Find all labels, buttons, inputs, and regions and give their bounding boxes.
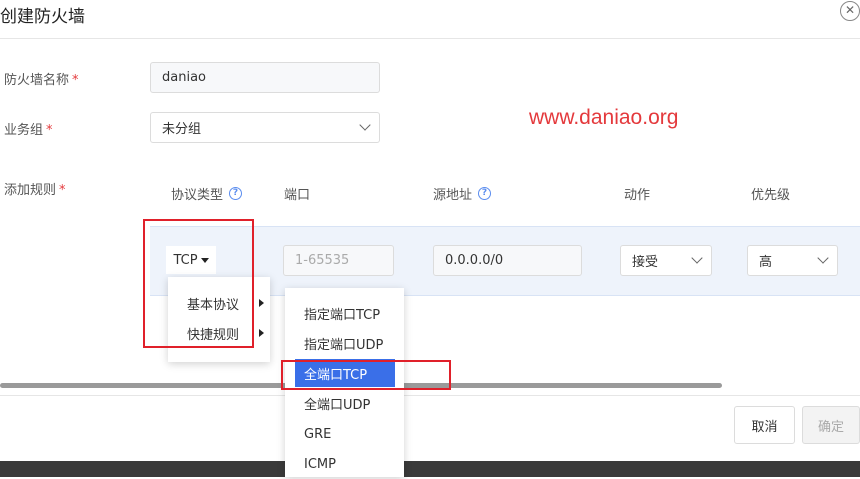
port-placeholder: 1-65535 — [295, 253, 350, 268]
firewall-name-input[interactable]: daniao — [150, 62, 380, 93]
close-icon[interactable]: ✕ — [840, 1, 860, 21]
watermark-text: www.daniao.org — [529, 106, 679, 129]
group-select-value: 未分组 — [162, 122, 202, 137]
header-divider — [0, 38, 860, 39]
firewall-name-value: daniao — [162, 70, 206, 85]
highlight-box — [143, 219, 254, 348]
menu-item-tcp-port[interactable]: 指定端口TCP — [285, 298, 404, 328]
help-icon[interactable]: ? — [478, 187, 492, 200]
source-address-value: 0.0.0.0/0 — [445, 253, 504, 268]
col-priority-header: 优先级 — [751, 188, 791, 203]
footer-divider — [0, 395, 860, 396]
priority-value: 高 — [759, 255, 773, 270]
confirm-button[interactable]: 确定 — [802, 406, 860, 444]
col-source-header: 源地址 ? — [433, 184, 492, 203]
rules-label: 添加规则 * — [4, 183, 66, 198]
col-port-header: 端口 — [284, 188, 311, 203]
menu-item-gre[interactable]: GRE — [285, 419, 404, 449]
source-address-input[interactable]: 0.0.0.0/0 — [433, 245, 582, 276]
group-select[interactable]: 未分组 — [150, 112, 380, 143]
caret-right-icon — [259, 299, 264, 307]
col-protocol-header: 协议类型 ? — [171, 184, 243, 203]
name-label: 防火墙名称 * — [4, 73, 79, 88]
dialog-title: 创建防火墙 — [0, 7, 85, 27]
help-icon[interactable]: ? — [229, 187, 243, 200]
chevron-down-icon — [691, 252, 703, 264]
menu-item-icmp[interactable]: ICMP — [285, 449, 404, 479]
cancel-button[interactable]: 取消 — [734, 406, 795, 444]
chevron-down-icon — [817, 252, 829, 264]
caret-right-icon — [259, 329, 264, 337]
page-bottom-bar — [0, 461, 860, 477]
highlight-box — [281, 360, 451, 390]
action-value: 接受 — [632, 255, 659, 270]
group-label: 业务组 * — [4, 123, 53, 138]
menu-item-all-udp[interactable]: 全端口UDP — [285, 388, 404, 418]
menu-item-udp-port[interactable]: 指定端口UDP — [285, 328, 404, 358]
col-action-header: 动作 — [624, 188, 651, 203]
priority-select[interactable]: 高 — [747, 245, 838, 276]
chevron-down-icon — [359, 119, 371, 131]
port-input[interactable]: 1-65535 — [283, 245, 394, 276]
action-select[interactable]: 接受 — [620, 245, 712, 276]
